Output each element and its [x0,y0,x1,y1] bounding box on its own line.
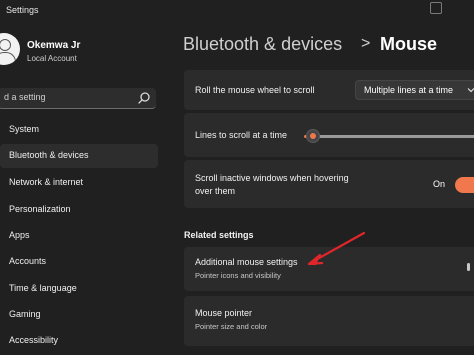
search-input[interactable] [4,92,134,102]
search-box[interactable] [0,88,156,109]
sidebar-item-personalization[interactable]: Personalization [0,198,158,222]
search-icon[interactable] [137,91,151,105]
sidebar-item-label: Bluetooth & devices [9,150,89,160]
title-bar: Settings [0,0,474,22]
sidebar-item-system[interactable]: System [0,118,158,142]
scroll-mode-dropdown[interactable]: Multiple lines at a time [355,80,474,100]
scroll-wheel-label: Roll the mouse wheel to scroll [195,85,315,95]
user-name: Okemwa Jr [27,40,81,51]
restore-window-icon[interactable] [430,2,442,14]
sidebar-item-label: Accounts [9,256,47,266]
window-title: Settings [6,5,39,15]
sidebar-item-gaming[interactable]: Gaming [0,303,158,327]
toggle-state-label: On [433,179,446,189]
chevron-down-icon [467,88,474,93]
sidebar-item-apps[interactable]: Apps [0,224,158,248]
account-type: Local Account [27,54,77,63]
sidebar-item-label: Accessibility [9,335,59,345]
sidebar-item-label: Network & internet [9,177,84,187]
sidebar-item-label: Apps [9,230,30,240]
scroll-mode-value: Multiple lines at a time [364,85,454,95]
sidebar-item-label: Time & language [9,283,77,293]
sidebar-item-accessibility[interactable]: Accessibility [0,329,158,353]
sidebar-item-bluetooth-devices[interactable]: Bluetooth & devices [0,144,158,168]
avatar-head-icon [0,39,11,51]
sidebar-item-accounts[interactable]: Accounts [0,250,158,274]
avatar[interactable] [0,33,20,65]
red-arrow-annotation [307,231,366,266]
sidebar-item-label: Gaming [9,309,41,319]
scroll-inactive-toggle[interactable] [455,177,474,193]
lines-slider-track[interactable] [312,135,474,138]
sidebar-item-network-internet[interactable]: Network & internet [0,171,158,195]
scroll-inactive-label-line2: over them [195,186,236,196]
sidebar-item-time-language[interactable]: Time & language [0,277,158,301]
sidebar-item-label: Personalization [9,204,71,214]
chevron-right-icon: > [361,35,371,52]
slider-thumb-dot [310,133,317,139]
scroll-inactive-label-line1: Scroll inactive windows when hovering [195,173,349,183]
related-item-title: Additional mouse settings [195,257,298,267]
page-title: Mouse [380,34,438,54]
mouse-pointer-link[interactable]: Mouse pointer Pointer size and color [184,296,474,346]
related-item-subtitle: Pointer size and color [195,322,268,331]
scroll-inactive-card: Scroll inactive windows when hovering ov… [184,160,474,208]
related-item-subtitle: Pointer icons and visibility [195,271,281,280]
breadcrumb-parent-link[interactable]: Bluetooth & devices [183,34,342,55]
related-settings-heading: Related settings [184,230,254,240]
sidebar-item-label: System [9,124,40,134]
avatar-shoulders-icon [0,52,16,65]
lines-to-scroll-label: Lines to scroll at a time [195,130,288,140]
open-external-icon[interactable] [466,262,472,272]
related-item-title: Mouse pointer [195,308,253,318]
